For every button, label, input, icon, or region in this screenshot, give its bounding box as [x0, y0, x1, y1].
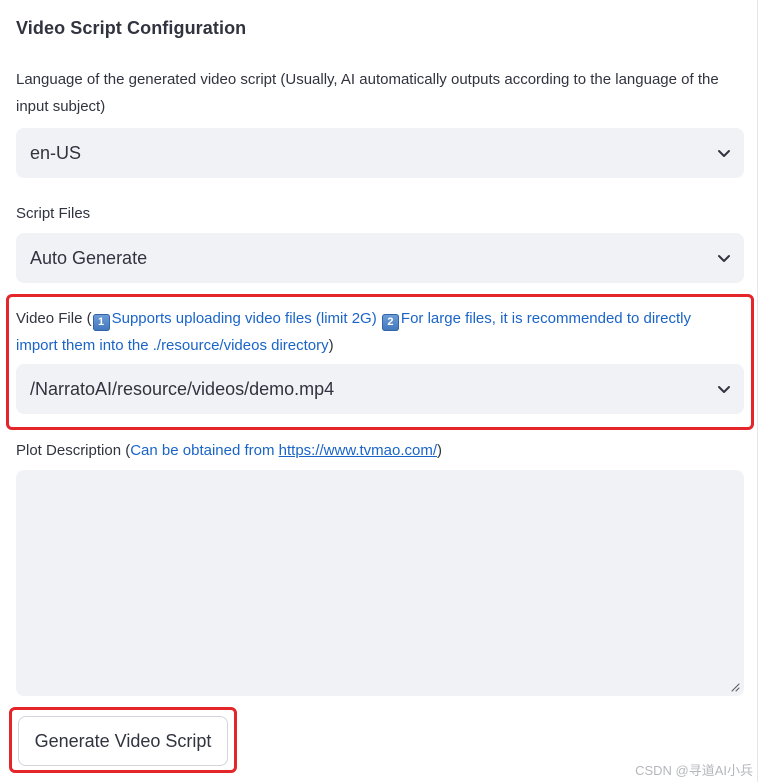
generate-video-script-button[interactable]: Generate Video Script	[18, 716, 228, 766]
video-file-select[interactable]: /NarratoAI/resource/videos/demo.mp4	[16, 364, 744, 414]
video-file-tip-1: Supports uploading video files (limit 2G…	[111, 310, 377, 327]
video-script-config-panel: Video Script Configuration Language of t…	[0, 0, 758, 782]
resize-grip-icon[interactable]	[730, 682, 740, 692]
video-file-label: Video File (1 Supports uploading video fi…	[16, 305, 736, 359]
section-title: Video Script Configuration	[16, 18, 247, 38]
video-file-select-value: /NarratoAI/resource/videos/demo.mp4	[30, 378, 335, 399]
video-file-label-prefix: Video File (	[16, 310, 92, 327]
language-select[interactable]: en-US	[16, 128, 744, 178]
language-select-value: en-US	[30, 142, 82, 163]
plot-description-label-suffix: )	[437, 442, 443, 459]
plot-description-label: Plot Description (Can be obtained from h…	[16, 437, 442, 464]
language-label: Language of the generated video script (…	[16, 71, 719, 115]
plot-description-label-prefix: Plot Description (	[16, 442, 131, 459]
script-files-select[interactable]: Auto Generate	[16, 233, 744, 283]
tvmao-link[interactable]: https://www.tvmao.com/	[279, 442, 437, 459]
script-files-select-value: Auto Generate	[30, 247, 148, 268]
number-one-icon: 1	[92, 314, 110, 331]
chevron-down-icon	[704, 149, 744, 158]
number-two-icon: 2	[381, 314, 399, 331]
video-file-label-suffix: )	[328, 337, 334, 354]
chevron-down-icon	[704, 385, 744, 394]
chevron-down-icon	[704, 254, 744, 263]
script-files-label: Script Files	[16, 205, 91, 222]
plot-description-textarea[interactable]	[16, 470, 744, 696]
csdn-watermark: CSDN @寻道AI小兵	[635, 763, 753, 778]
plot-description-hint: Can be obtained from	[130, 442, 279, 459]
